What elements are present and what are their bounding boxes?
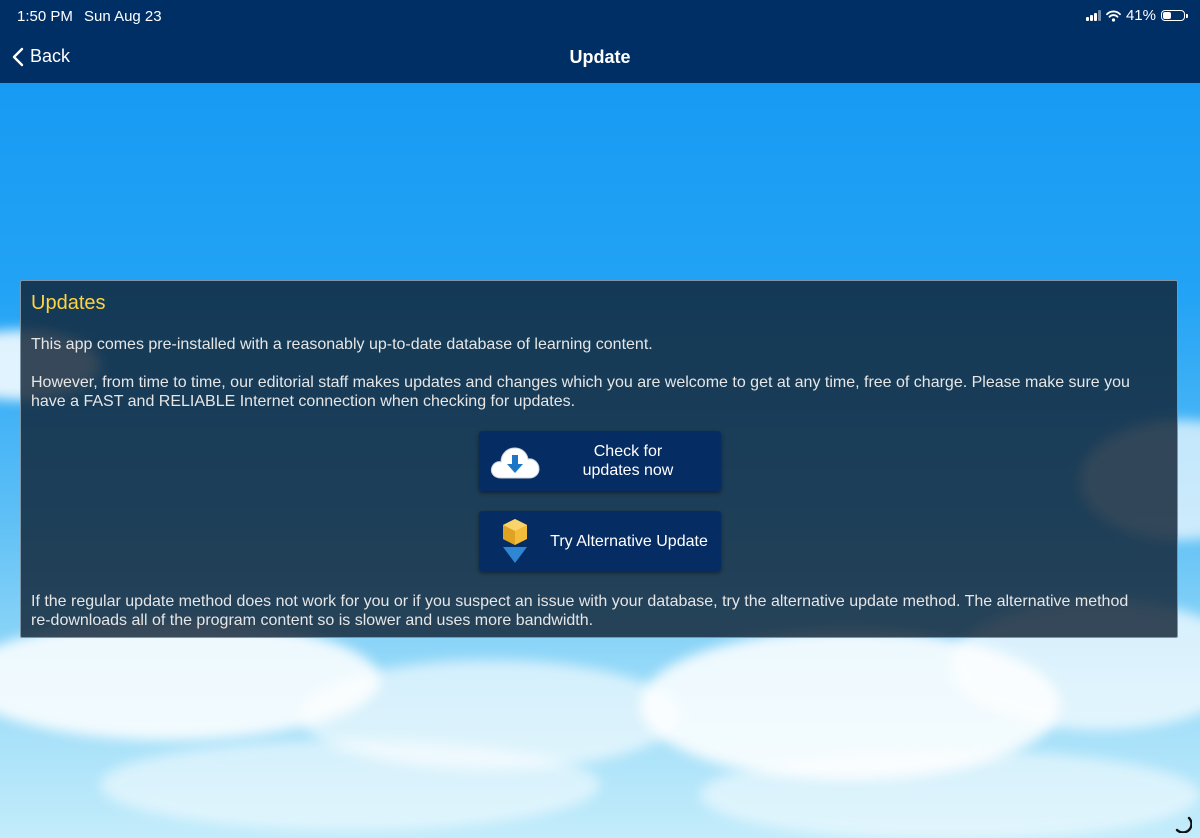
clock: 1:50 PM bbox=[17, 8, 73, 25]
cellular-signal-icon bbox=[1085, 10, 1101, 21]
footer-line-1: If the regular update method does not wo… bbox=[31, 593, 1129, 610]
notice-line-2: have a FAST and RELIABLE Internet connec… bbox=[31, 393, 576, 410]
date: Sun Aug 23 bbox=[84, 8, 162, 25]
alternative-update-button[interactable]: Try Alternative Update bbox=[479, 511, 721, 571]
wifi-icon bbox=[1106, 10, 1121, 22]
notice-text: However, from time to time, our editoria… bbox=[31, 373, 1165, 411]
check-button-line-2: updates now bbox=[582, 462, 674, 479]
intro-text: This app comes pre-installed with a reas… bbox=[31, 336, 653, 353]
check-button-line-1: Check for bbox=[593, 443, 663, 460]
loading-spinner-icon bbox=[1175, 816, 1192, 833]
page-title: Update bbox=[569, 47, 631, 67]
notice-line-1: However, from time to time, our editoria… bbox=[31, 374, 1130, 391]
package-download-icon bbox=[503, 519, 527, 563]
footer-line-2: re-downloads all of the program content … bbox=[31, 612, 594, 629]
check-for-updates-button[interactable]: Check for updates now bbox=[479, 431, 721, 491]
status-indicators: 41% bbox=[1085, 7, 1188, 24]
battery-icon bbox=[1161, 10, 1188, 21]
check-button-label: Check for updates now bbox=[549, 431, 707, 491]
cloud-download-icon bbox=[490, 447, 540, 479]
footer-text: If the regular update method does not wo… bbox=[31, 592, 1165, 630]
navigation-bar: Back Update bbox=[0, 32, 1200, 83]
battery-percent: 41% bbox=[1125, 7, 1156, 24]
status-bar: 1:50 PM Sun Aug 23 41% bbox=[0, 0, 1200, 32]
status-time: 1:50 PM Sun Aug 23 bbox=[17, 8, 162, 25]
battery-level bbox=[1163, 12, 1171, 19]
alt-button-label: Try Alternative Update bbox=[550, 532, 708, 550]
updates-panel: Updates This app comes pre-installed wit… bbox=[20, 280, 1178, 638]
panel-title: Updates bbox=[31, 292, 106, 314]
